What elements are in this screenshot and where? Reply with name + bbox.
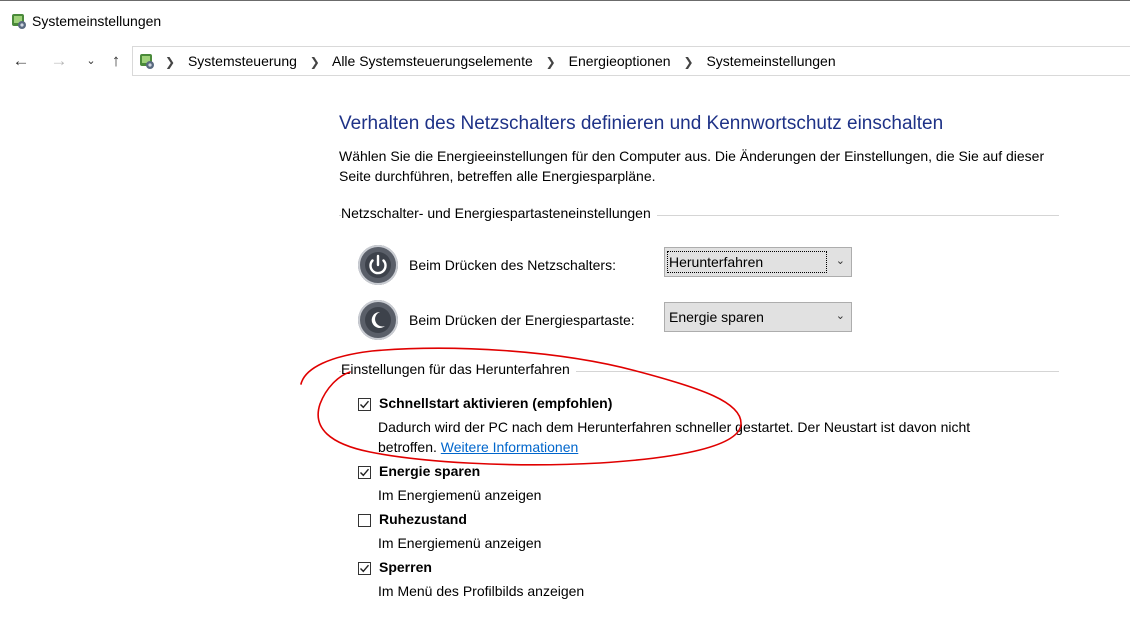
hibernate-checkbox[interactable] [358, 514, 371, 527]
sleep-button-value: Energie sparen [669, 309, 764, 325]
option-fast-startup: Schnellstart aktivieren (empfohlen) Dadu… [358, 395, 1038, 457]
intro-text: Wählen Sie die Energieeinstellungen für … [339, 148, 1045, 184]
sleep-button-setting: Beim Drücken der Energiespartaste: Energ… [358, 300, 858, 342]
sleep-checkbox[interactable] [358, 466, 371, 479]
sleep-button-select[interactable]: Energie sparen ⌄ [664, 302, 852, 332]
option-title: Ruhezustand [379, 511, 467, 527]
option-description: Im Energiemenü anzeigen [378, 487, 542, 503]
option-lock: Sperren Im Menü des Profilbilds anzeigen [358, 559, 1038, 603]
option-description: Im Energiemenü anzeigen [378, 535, 542, 551]
checkmark-icon [360, 468, 370, 477]
shutdown-group-header: Einstellungen für das Herunterfahren [339, 361, 1059, 381]
option-title: Sperren [379, 559, 432, 575]
option-description: Im Menü des Profilbilds anzeigen [378, 583, 585, 599]
buttons-group-label: Netzschalter- und Energiespartasteneinst… [341, 205, 657, 221]
power-button-icon [358, 245, 398, 285]
chevron-down-icon: ⌄ [835, 255, 845, 267]
power-button-value: Herunterfahren [669, 254, 764, 270]
lock-checkbox[interactable] [358, 562, 371, 575]
shutdown-group-label: Einstellungen für das Herunterfahren [341, 361, 576, 377]
power-button-label: Beim Drücken des Netzschalters: [409, 257, 616, 273]
power-button-setting: Beim Drücken des Netzschalters: Herunter… [358, 245, 858, 287]
fast-startup-checkbox[interactable] [358, 398, 371, 411]
checkmark-icon [360, 564, 370, 573]
checkmark-icon [360, 400, 370, 409]
page-heading: Verhalten des Netzschalters definieren u… [339, 113, 944, 134]
option-hibernate: Ruhezustand Im Energiemenü anzeigen [358, 511, 1038, 555]
buttons-group-header: Netzschalter- und Energiespartasteneinst… [339, 205, 1059, 225]
option-description: Dadurch wird der PC nach dem Herunterfah… [378, 417, 1018, 457]
chevron-down-icon: ⌄ [835, 310, 845, 322]
option-title: Schnellstart aktivieren (empfohlen) [379, 395, 613, 411]
sleep-button-icon [358, 300, 398, 340]
main-content: Verhalten des Netzschalters definieren u… [0, 0, 1130, 635]
option-sleep: Energie sparen Im Energiemenü anzeigen [358, 463, 1038, 507]
option-title: Energie sparen [379, 463, 481, 479]
power-button-select[interactable]: Herunterfahren ⌄ [664, 247, 852, 277]
sleep-button-label: Beim Drücken der Energiespartaste: [409, 312, 635, 328]
more-info-link[interactable]: Weitere Informationen [441, 439, 578, 455]
